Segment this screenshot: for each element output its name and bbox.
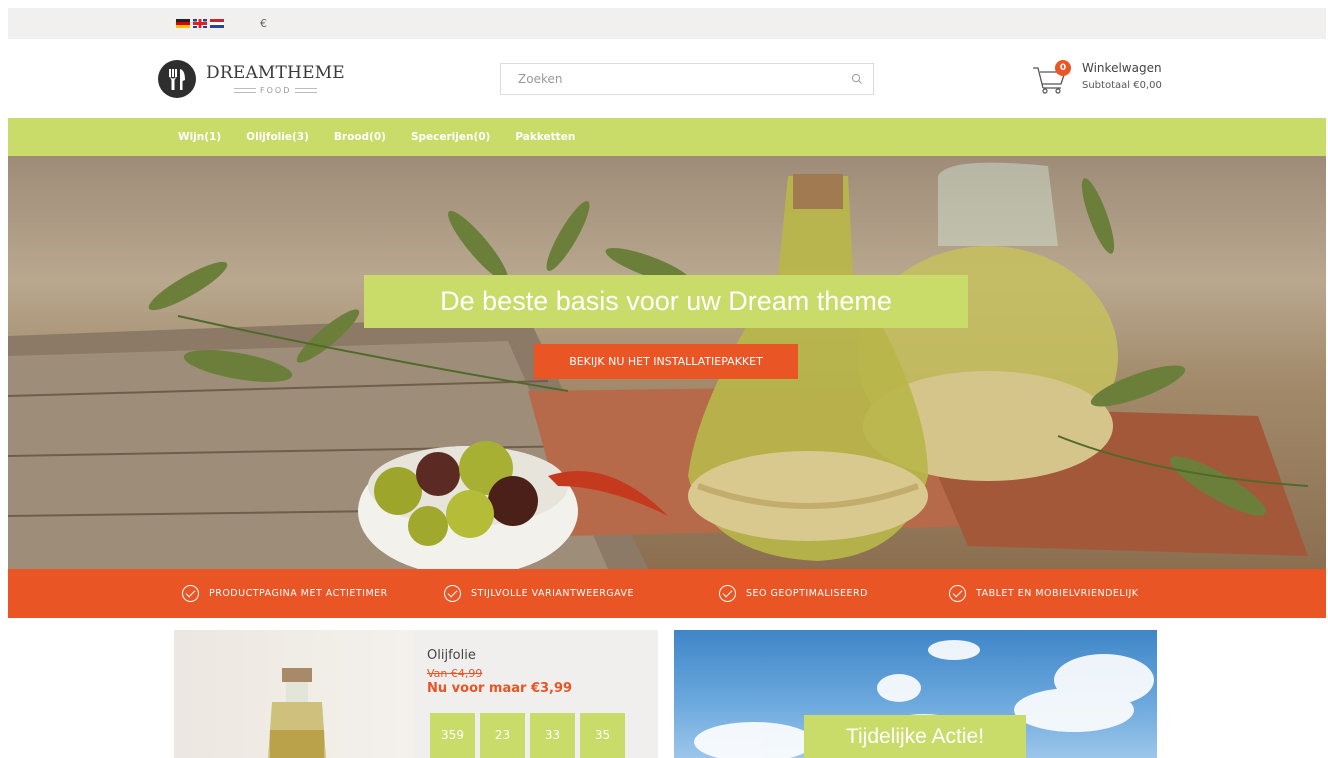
currency-switcher[interactable]: €: [260, 17, 267, 30]
nav-item-pakketten[interactable]: Pakketten: [515, 131, 575, 143]
old-price: Van €4,99: [427, 667, 483, 680]
nav-item-olijfolie[interactable]: Olijfolie(3): [246, 131, 309, 143]
feature-label: PRODUCTPAGINA MET ACTIETIMER: [209, 588, 388, 599]
header: DREAMTHEME FOOD 0 Winkelwagen Subtotaal …: [8, 39, 1326, 118]
logo-name[interactable]: DREAMTHEME: [206, 63, 345, 83]
promo-title: Tijdelijke Actie!: [845, 725, 985, 748]
flag-nl-icon[interactable]: [210, 19, 224, 28]
product-name[interactable]: Olijfolie: [427, 648, 476, 663]
new-price: Nu voor maar €3,99: [427, 681, 573, 696]
page: € DREAMTHEME FOOD Zoeken 0 Winkelwagen S…: [0, 0, 1328, 758]
flag-en-icon[interactable]: [193, 19, 207, 28]
cart-title[interactable]: Winkelwagen: [1082, 61, 1162, 75]
promo-title-box: Tijdelijke Actie!: [804, 715, 1026, 758]
nav-item-specerijen[interactable]: Specerijen(0): [411, 131, 490, 143]
timer-cell: 35: [580, 713, 625, 758]
nav-item-brood[interactable]: Brood(0): [334, 131, 386, 143]
timer-cell: 33: [530, 713, 575, 758]
feature-label: TABLET EN MOBIELVRIENDELIJK: [976, 588, 1139, 599]
hero-title-box: De beste basis voor uw Dream theme: [364, 275, 968, 328]
search-input[interactable]: [501, 64, 831, 94]
cart-count-badge: 0: [1055, 60, 1071, 76]
flag-de-icon[interactable]: [176, 19, 190, 28]
feature-item: STIJLVOLLE VARIANTWEERGAVE: [444, 569, 634, 618]
timer-cell: 23: [480, 713, 525, 758]
logo-subtitle: FOOD: [230, 86, 321, 95]
hero-banner: De beste basis voor uw Dream theme BEKIJ…: [8, 156, 1326, 569]
hero-title: De beste basis voor uw Dream theme: [440, 286, 892, 316]
store-frame: € DREAMTHEME FOOD Zoeken 0 Winkelwagen S…: [8, 8, 1326, 758]
search-icon[interactable]: [851, 73, 863, 85]
feature-label: STIJLVOLLE VARIANTWEERGAVE: [471, 588, 635, 599]
check-circle-icon: [719, 585, 736, 602]
hero-cta-button[interactable]: BEKIJK NU HET INSTALLATIEPAKKET: [534, 344, 798, 379]
features-strip: PRODUCTPAGINA MET ACTIETIMER STIJLVOLLE …: [8, 569, 1326, 618]
check-circle-icon: [949, 585, 966, 602]
promo-product-card[interactable]: Olijfolie Van €4,99 Nu voor maar €3,99 3…: [174, 630, 658, 758]
check-circle-icon: [182, 585, 199, 602]
countdown-timer: 359 23 33 35: [430, 713, 625, 758]
promo-banner[interactable]: Tijdelijke Actie!: [674, 630, 1157, 758]
product-image[interactable]: [174, 630, 414, 758]
cart-subtotal: Subtotaal €0,00: [1082, 80, 1162, 91]
timer-cell: 359: [430, 713, 475, 758]
top-bar: €: [8, 8, 1326, 39]
feature-item: SEO GEOPTIMALISEERD: [719, 569, 868, 618]
feature-item: TABLET EN MOBIELVRIENDELIJK: [949, 569, 1139, 618]
feature-label: SEO GEOPTIMALISEERD: [746, 588, 868, 599]
search-box: [500, 63, 874, 95]
logo-icon[interactable]: [158, 60, 196, 98]
main-nav: Wijn(1) Olijfolie(3) Brood(0) Specerijen…: [8, 118, 1326, 156]
check-circle-icon: [444, 585, 461, 602]
feature-item: PRODUCTPAGINA MET ACTIETIMER: [182, 569, 388, 618]
language-switcher: [176, 19, 224, 28]
nav-item-wijn[interactable]: Wijn(1): [178, 131, 221, 143]
